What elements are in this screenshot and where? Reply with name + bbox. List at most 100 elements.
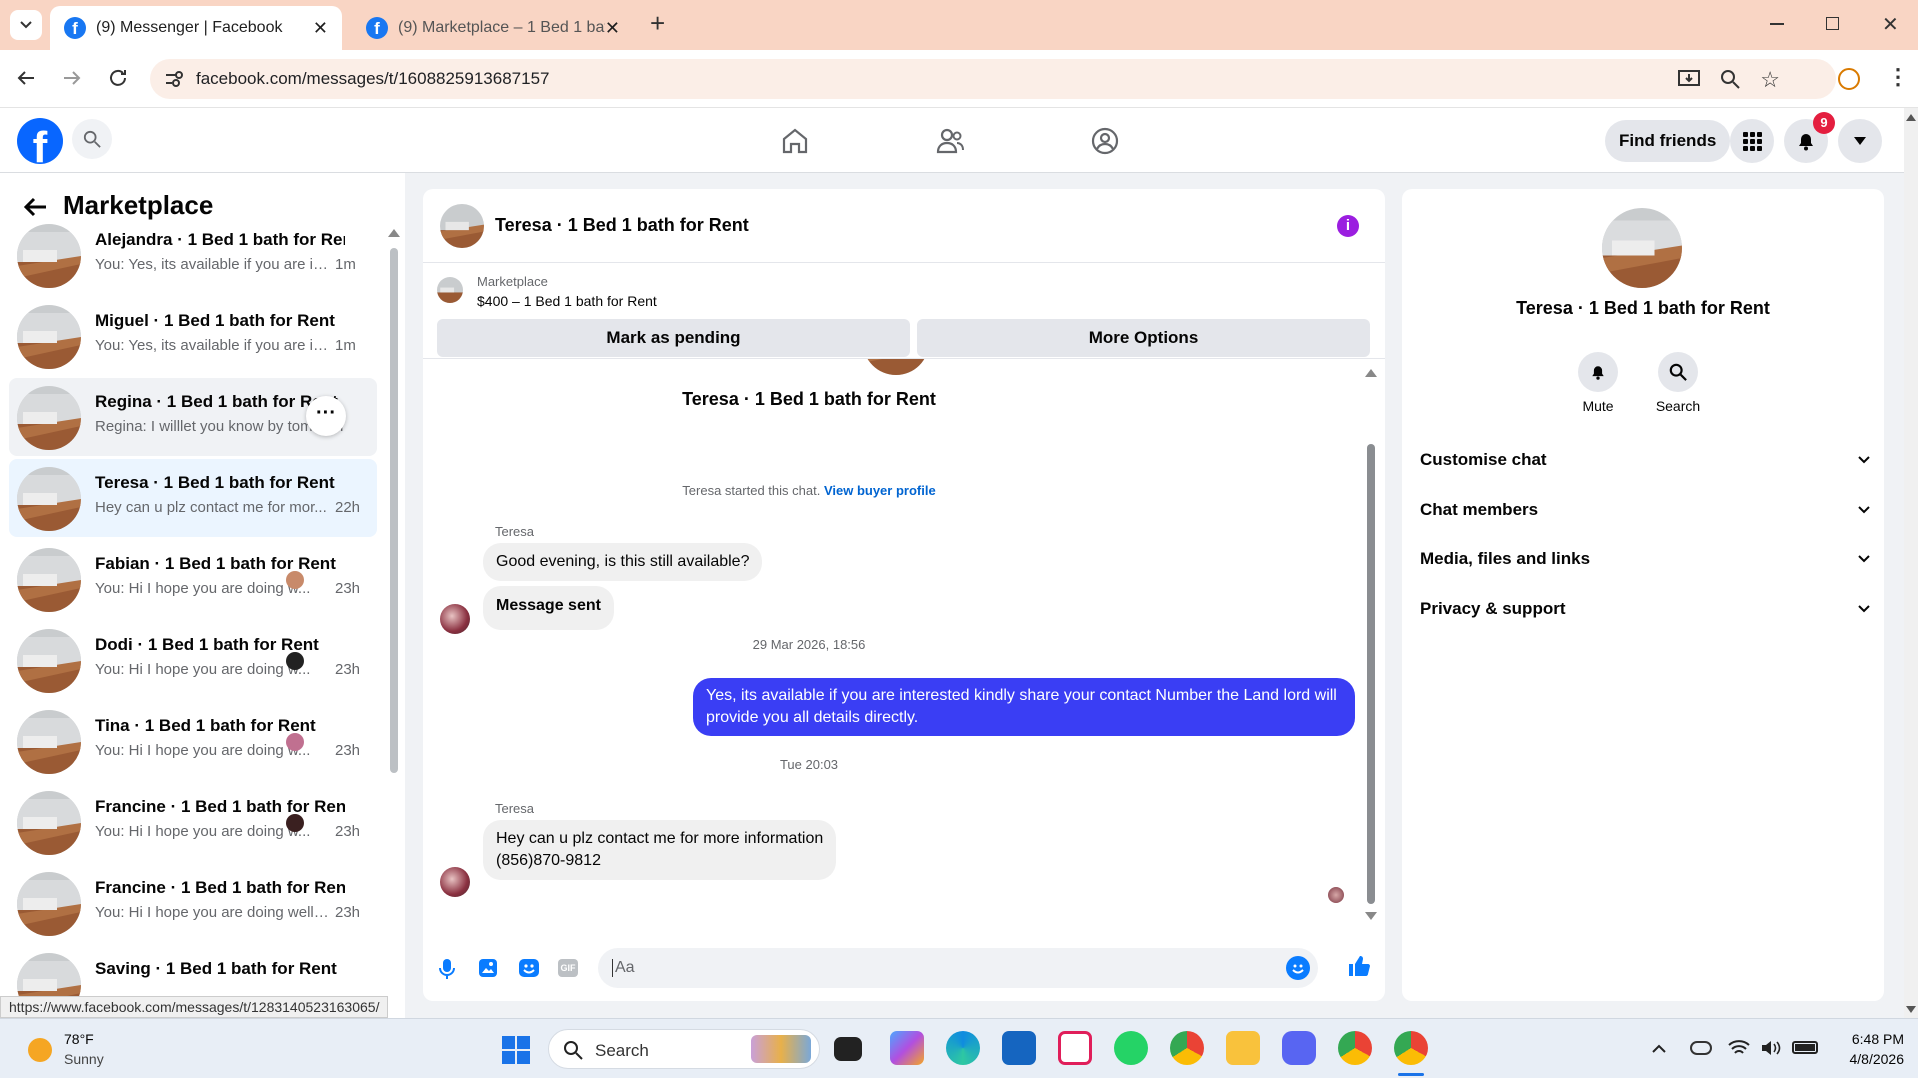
info-avatar[interactable] — [1602, 208, 1682, 288]
chat-avatar[interactable] — [440, 204, 484, 248]
chat-members-section[interactable]: Chat members — [1420, 488, 1870, 532]
facebook-header: f Find friends 9 — [0, 108, 1918, 173]
clock-time[interactable]: 6:48 PM — [1836, 1031, 1904, 1047]
scroll-down-arrow[interactable] — [1365, 912, 1377, 920]
customise-chat-section[interactable]: Customise chat — [1420, 438, 1870, 482]
chrome-active-icon[interactable] — [1394, 1031, 1428, 1065]
view-buyer-link[interactable]: View buyer profile — [824, 483, 936, 498]
conversation-item[interactable]: Teresa · 1 Bed 1 bath for Rent Hey can u … — [9, 459, 377, 537]
gaming-icon[interactable] — [1090, 126, 1120, 156]
incoming-message[interactable]: Hey can u plz contact me for more inform… — [483, 820, 837, 880]
emoji-icon[interactable] — [1286, 956, 1310, 980]
taskbar-search[interactable]: Search — [548, 1029, 820, 1069]
tray-chevron-icon[interactable] — [1652, 1043, 1666, 1053]
reload-icon[interactable] — [106, 66, 130, 90]
thread-scrollbar[interactable] — [1367, 444, 1375, 904]
chat-title[interactable]: Teresa · 1 Bed 1 bath for Rent — [495, 215, 749, 236]
sticker-icon[interactable] — [518, 958, 540, 978]
battery-icon[interactable] — [1792, 1041, 1818, 1054]
volume-icon[interactable] — [1760, 1039, 1782, 1057]
scroll-up-arrow[interactable] — [388, 229, 400, 237]
new-tab-icon[interactable]: + — [650, 8, 665, 39]
conversation-item[interactable]: Miguel · 1 Bed 1 bath for Rent You: Yes, … — [9, 297, 377, 375]
outgoing-message[interactable]: Yes, its available if you are interested… — [693, 678, 1355, 736]
incoming-message[interactable]: Good evening, is this still available? — [483, 543, 763, 581]
zoom-icon[interactable] — [1720, 69, 1740, 89]
fb-search-button[interactable] — [72, 119, 112, 159]
listing-title[interactable]: $400 – 1 Bed 1 bath for Rent — [477, 293, 657, 309]
conversation-item[interactable]: Francine · 1 Bed 1 bath for Rent You: Hi … — [9, 864, 377, 942]
weather-sun-icon[interactable] — [28, 1038, 52, 1062]
date-separator: Tue 20:03 — [779, 757, 839, 772]
gif-icon[interactable]: GIF — [558, 959, 578, 977]
sender-avatar[interactable] — [440, 867, 470, 897]
close-window-icon[interactable]: ✕ — [1882, 12, 1899, 37]
microphone-icon[interactable] — [438, 958, 456, 980]
conversation-name: Fabian · 1 Bed 1 bath for Rent — [95, 554, 336, 573]
menu-grid-button[interactable] — [1730, 119, 1774, 163]
scroll-up-arrow[interactable] — [1906, 114, 1916, 121]
discord-icon[interactable] — [1282, 1031, 1316, 1065]
start-windows-icon[interactable] — [502, 1036, 530, 1064]
clock-date[interactable]: 4/8/2026 — [1820, 1051, 1905, 1067]
conversation-sidebar: Marketplace Alejandra · 1 Bed 1 bath for… — [0, 173, 405, 1018]
facebook-logo-icon[interactable]: f — [17, 118, 63, 164]
close-tab-icon[interactable]: ✕ — [313, 18, 328, 39]
scroll-down-arrow[interactable] — [1906, 1006, 1916, 1013]
conversation-item[interactable]: Tina · 1 Bed 1 bath for Rent You: Hi I ho… — [9, 702, 377, 780]
tab-marketplace[interactable]: f (9) Marketplace – 1 Bed 1 bath ✕ — [352, 6, 634, 50]
forward-icon[interactable] — [60, 66, 84, 90]
slack-icon[interactable] — [1058, 1031, 1092, 1065]
conversation-item[interactable]: Alejandra · 1 Bed 1 bath for Rent You: Ye… — [9, 216, 377, 294]
onedrive-icon[interactable] — [1690, 1041, 1712, 1055]
back-icon[interactable] — [14, 66, 38, 90]
conversation-item[interactable]: Fabian · 1 Bed 1 bath for Rent You: Hi I … — [9, 540, 377, 618]
media-files-links-section[interactable]: Media, files and links — [1420, 537, 1870, 581]
friends-icon[interactable] — [935, 126, 965, 156]
task-view-icon[interactable] — [834, 1037, 862, 1061]
photo-icon[interactable] — [478, 958, 498, 978]
wifi-icon[interactable] — [1728, 1039, 1750, 1057]
more-options-button[interactable]: More Options — [917, 319, 1370, 357]
sidebar-scrollbar[interactable] — [390, 248, 398, 773]
conversation-preview: You: Yes, its available if you are int..… — [95, 256, 330, 273]
install-app-icon[interactable] — [1678, 69, 1700, 89]
mark-pending-button[interactable]: Mark as pending — [437, 319, 910, 357]
home-icon[interactable] — [780, 126, 810, 156]
search-in-chat-button[interactable] — [1658, 352, 1698, 392]
browser-menu-icon[interactable]: ⋮ — [1887, 64, 1909, 90]
url-field[interactable]: facebook.com/messages/t/1608825913687157… — [150, 59, 1836, 99]
profile-icon[interactable] — [1838, 68, 1860, 90]
find-friends-button[interactable]: Find friends — [1605, 120, 1731, 162]
message-input[interactable]: Aa — [598, 948, 1318, 988]
info-icon[interactable]: i — [1337, 215, 1359, 237]
more-actions-icon[interactable]: ··· — [306, 396, 346, 436]
edge-icon[interactable] — [946, 1031, 980, 1065]
account-menu-button[interactable] — [1838, 119, 1882, 163]
m365-icon[interactable] — [890, 1031, 924, 1065]
scroll-up-arrow[interactable] — [1365, 369, 1377, 377]
site-settings-icon[interactable] — [164, 70, 184, 88]
like-thumb-icon[interactable] — [1347, 954, 1371, 978]
conversation-item[interactable]: Dodi · 1 Bed 1 bath for Rent You: Hi I ho… — [9, 621, 377, 699]
minimize-icon[interactable] — [1770, 23, 1784, 25]
incoming-message[interactable]: Message sent — [483, 586, 614, 630]
restore-icon[interactable] — [1826, 17, 1839, 30]
file-explorer-icon[interactable] — [1226, 1031, 1260, 1065]
tab-messenger[interactable]: f (9) Messenger | Facebook ✕ — [50, 6, 342, 50]
privacy-support-section[interactable]: Privacy & support — [1420, 587, 1870, 631]
chrome-icon[interactable] — [1170, 1031, 1204, 1065]
close-tab-icon[interactable]: ✕ — [605, 18, 620, 39]
sender-avatar[interactable] — [440, 604, 470, 634]
listing-thumbnail[interactable] — [437, 277, 463, 303]
bookmark-star-icon[interactable]: ☆ — [1760, 67, 1780, 93]
tab-search-icon[interactable] — [10, 10, 42, 40]
store-icon[interactable] — [1002, 1031, 1036, 1065]
message-line: (856)870-9812 — [496, 852, 601, 869]
chrome-profile-icon[interactable] — [1338, 1031, 1372, 1065]
whatsapp-icon[interactable] — [1114, 1031, 1148, 1065]
page-scrollbar[interactable] — [1904, 108, 1918, 1018]
conversation-item[interactable]: Francine · 1 Bed 1 bath for Rent You: Hi … — [9, 783, 377, 861]
mute-button[interactable] — [1578, 352, 1618, 392]
conversation-item[interactable]: Regina · 1 Bed 1 bath for Rent Regina: I … — [9, 378, 377, 456]
